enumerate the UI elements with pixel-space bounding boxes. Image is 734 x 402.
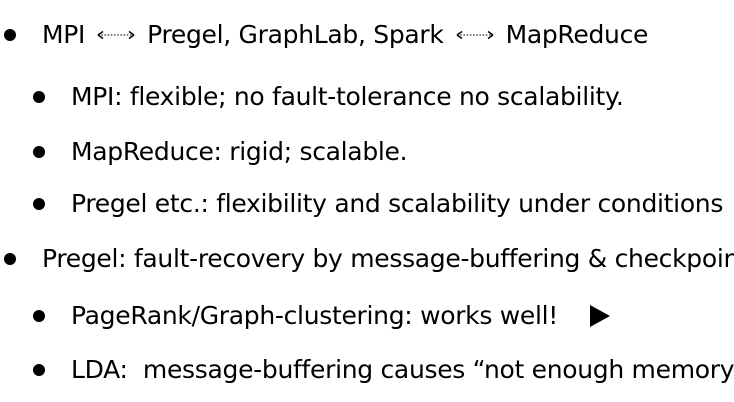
sub-bullet-pagerank: PageRank/Graph-clustering: works well!: [33, 303, 610, 328]
bullet-text: LDA: message-buffering causes “not enoug…: [71, 355, 734, 384]
bullet-text: Pregel: fault-recovery by message-buffer…: [42, 244, 734, 273]
sub-bullet-lda: LDA: message-buffering causes “not enoug…: [33, 357, 734, 382]
double-headed-arrow-icon: [97, 30, 135, 39]
double-headed-arrow-icon: [456, 30, 493, 39]
bullet-dot: [4, 252, 16, 265]
bullet-dot: [4, 28, 16, 41]
sub-bullet-mpi: MPI: flexible; no fault-tolerance no sca…: [33, 84, 624, 109]
bullet-dot: [33, 197, 45, 210]
bullet-dot: [33, 90, 45, 103]
bullet-text: PageRank/Graph-clustering: works well!: [71, 301, 558, 330]
bullet-text: MPI: flexible; no fault-tolerance no sca…: [71, 82, 624, 111]
bullet-text-mpi: MPI: [42, 20, 86, 49]
bullet-mpi-pregel-mapreduce: MPI Pregel, GraphLab, Spark MapReduce: [4, 22, 648, 47]
bullet-text: Pregel etc.: flexibility and scalability…: [71, 189, 724, 218]
bullet-text-pregel-graphlab-spark: Pregel, GraphLab, Spark: [147, 20, 444, 49]
sub-bullet-pregel-etc: Pregel etc.: flexibility and scalability…: [33, 191, 723, 216]
play-icon[interactable]: [589, 304, 610, 327]
bullet-text: MapReduce: rigid; scalable.: [71, 137, 408, 166]
bullet-dot: [33, 309, 45, 322]
sub-bullet-mapreduce: MapReduce: rigid; scalable.: [33, 137, 408, 166]
bullet-dot: [33, 363, 45, 376]
bullet-dot: [33, 145, 45, 158]
bullet-text-mapreduce: MapReduce: [505, 20, 649, 49]
bullet-pregel-fault-recovery: Pregel: fault-recovery by message-buffer…: [4, 246, 734, 271]
